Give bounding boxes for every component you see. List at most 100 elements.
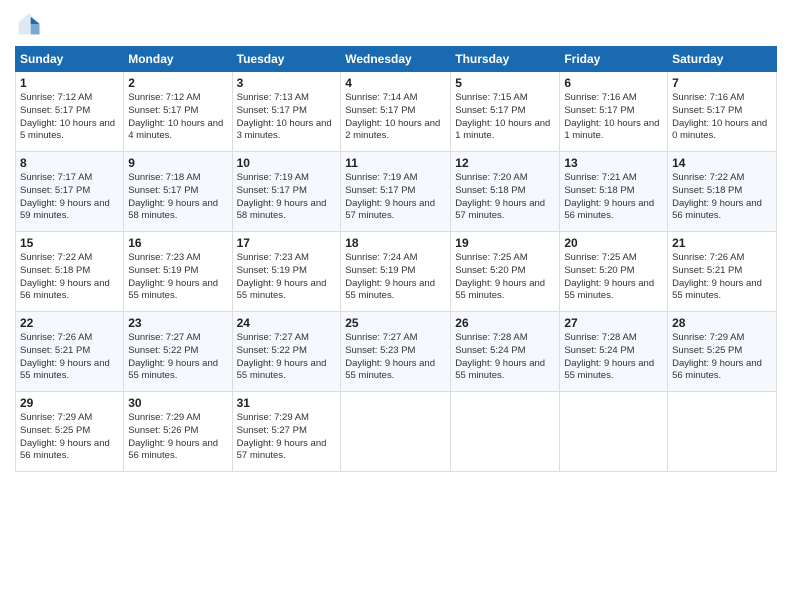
- calendar-cell: 6Sunrise: 7:16 AMSunset: 5:17 PMDaylight…: [560, 72, 668, 152]
- day-detail: Sunrise: 7:27 AMSunset: 5:23 PMDaylight:…: [345, 332, 446, 383]
- calendar-cell: [560, 392, 668, 472]
- calendar-cell: 31 Sunrise: 7:29 AMSunset: 5:27 PMDayligh…: [232, 392, 341, 472]
- day-detail: Sunrise: 7:26 AMSunset: 5:21 PMDaylight:…: [672, 252, 772, 303]
- day-number: 17: [237, 236, 337, 250]
- calendar-cell: 20 Sunrise: 7:25 AMSunset: 5:20 PMDayligh…: [560, 232, 668, 312]
- day-number: 1: [20, 76, 119, 90]
- calendar-cell: 11 Sunrise: 7:19 AMSunset: 5:17 PMDayligh…: [341, 152, 451, 232]
- day-number: 11: [345, 156, 446, 170]
- day-number: 18: [345, 236, 446, 250]
- week-row-1: 1 Sunrise: 7:12 AMSunset: 5:17 PMDaylight…: [16, 72, 777, 152]
- day-number: 31: [237, 396, 337, 410]
- day-number: 29: [20, 396, 119, 410]
- day-number: 24: [237, 316, 337, 330]
- day-number: 12: [455, 156, 555, 170]
- logo-icon: [15, 10, 43, 38]
- day-detail: Sunrise: 7:14 AMSunset: 5:17 PMDaylight:…: [345, 92, 446, 143]
- calendar-cell: 29Sunrise: 7:29 AMSunset: 5:25 PMDayligh…: [16, 392, 124, 472]
- day-detail: Sunrise: 7:12 AMSunset: 5:17 PMDaylight:…: [20, 92, 119, 143]
- calendar-cell: 8 Sunrise: 7:17 AMSunset: 5:17 PMDaylight…: [16, 152, 124, 232]
- calendar-cell: 3Sunrise: 7:13 AMSunset: 5:17 PMDaylight…: [232, 72, 341, 152]
- header-tuesday: Tuesday: [232, 47, 341, 72]
- calendar-cell: 10 Sunrise: 7:19 AMSunset: 5:17 PMDayligh…: [232, 152, 341, 232]
- day-detail: Sunrise: 7:12 AMSunset: 5:17 PMDaylight:…: [128, 92, 227, 143]
- day-number: 4: [345, 76, 446, 90]
- day-number: 28: [672, 316, 772, 330]
- week-row-5: 29Sunrise: 7:29 AMSunset: 5:25 PMDayligh…: [16, 392, 777, 472]
- calendar: SundayMondayTuesdayWednesdayThursdayFrid…: [15, 46, 777, 472]
- day-number: 15: [20, 236, 119, 250]
- day-number: 5: [455, 76, 555, 90]
- day-detail: Sunrise: 7:28 AMSunset: 5:24 PMDaylight:…: [564, 332, 663, 383]
- calendar-cell: 12 Sunrise: 7:20 AMSunset: 5:18 PMDayligh…: [451, 152, 560, 232]
- day-detail: Sunrise: 7:24 AMSunset: 5:19 PMDaylight:…: [345, 252, 446, 303]
- day-detail: Sunrise: 7:16 AMSunset: 5:17 PMDaylight:…: [672, 92, 772, 143]
- day-detail: Sunrise: 7:15 AMSunset: 5:17 PMDaylight:…: [455, 92, 555, 143]
- day-detail: Sunrise: 7:18 AMSunset: 5:17 PMDaylight:…: [128, 172, 227, 223]
- calendar-cell: 19 Sunrise: 7:25 AMSunset: 5:20 PMDayligh…: [451, 232, 560, 312]
- day-detail: Sunrise: 7:29 AMSunset: 5:25 PMDaylight:…: [672, 332, 772, 383]
- day-detail: Sunrise: 7:20 AMSunset: 5:18 PMDaylight:…: [455, 172, 555, 223]
- day-number: 20: [564, 236, 663, 250]
- page: SundayMondayTuesdayWednesdayThursdayFrid…: [0, 0, 792, 482]
- day-detail: Sunrise: 7:16 AMSunset: 5:17 PMDaylight:…: [564, 92, 663, 143]
- calendar-header-row: SundayMondayTuesdayWednesdayThursdayFrid…: [16, 47, 777, 72]
- calendar-cell: 18 Sunrise: 7:24 AMSunset: 5:19 PMDayligh…: [341, 232, 451, 312]
- day-detail: Sunrise: 7:28 AMSunset: 5:24 PMDaylight:…: [455, 332, 555, 383]
- day-number: 27: [564, 316, 663, 330]
- day-number: 22: [20, 316, 119, 330]
- calendar-cell: 30Sunrise: 7:29 AMSunset: 5:26 PMDayligh…: [124, 392, 232, 472]
- day-detail: Sunrise: 7:25 AMSunset: 5:20 PMDaylight:…: [455, 252, 555, 303]
- day-number: 2: [128, 76, 227, 90]
- day-number: 13: [564, 156, 663, 170]
- calendar-cell: 1 Sunrise: 7:12 AMSunset: 5:17 PMDaylight…: [16, 72, 124, 152]
- calendar-cell: 22 Sunrise: 7:26 AMSunset: 5:21 PMDayligh…: [16, 312, 124, 392]
- header-monday: Monday: [124, 47, 232, 72]
- header-thursday: Thursday: [451, 47, 560, 72]
- calendar-cell: 26 Sunrise: 7:28 AMSunset: 5:24 PMDayligh…: [451, 312, 560, 392]
- day-detail: Sunrise: 7:17 AMSunset: 5:17 PMDaylight:…: [20, 172, 119, 223]
- day-detail: Sunrise: 7:22 AMSunset: 5:18 PMDaylight:…: [672, 172, 772, 223]
- day-number: 21: [672, 236, 772, 250]
- calendar-cell: 9 Sunrise: 7:18 AMSunset: 5:17 PMDaylight…: [124, 152, 232, 232]
- day-number: 9: [128, 156, 227, 170]
- calendar-cell: 13 Sunrise: 7:21 AMSunset: 5:18 PMDayligh…: [560, 152, 668, 232]
- calendar-cell: 5 Sunrise: 7:15 AMSunset: 5:17 PMDaylight…: [451, 72, 560, 152]
- header-friday: Friday: [560, 47, 668, 72]
- day-number: 8: [20, 156, 119, 170]
- calendar-cell: 7Sunrise: 7:16 AMSunset: 5:17 PMDaylight…: [668, 72, 777, 152]
- day-detail: Sunrise: 7:29 AMSunset: 5:27 PMDaylight:…: [237, 412, 337, 463]
- calendar-cell: 24 Sunrise: 7:27 AMSunset: 5:22 PMDayligh…: [232, 312, 341, 392]
- day-number: 26: [455, 316, 555, 330]
- day-number: 23: [128, 316, 227, 330]
- day-detail: Sunrise: 7:19 AMSunset: 5:17 PMDaylight:…: [237, 172, 337, 223]
- day-detail: Sunrise: 7:26 AMSunset: 5:21 PMDaylight:…: [20, 332, 119, 383]
- day-detail: Sunrise: 7:19 AMSunset: 5:17 PMDaylight:…: [345, 172, 446, 223]
- day-number: 10: [237, 156, 337, 170]
- day-number: 19: [455, 236, 555, 250]
- day-detail: Sunrise: 7:27 AMSunset: 5:22 PMDaylight:…: [128, 332, 227, 383]
- day-detail: Sunrise: 7:27 AMSunset: 5:22 PMDaylight:…: [237, 332, 337, 383]
- calendar-cell: [668, 392, 777, 472]
- day-detail: Sunrise: 7:25 AMSunset: 5:20 PMDaylight:…: [564, 252, 663, 303]
- calendar-cell: 27 Sunrise: 7:28 AMSunset: 5:24 PMDayligh…: [560, 312, 668, 392]
- calendar-cell: 15 Sunrise: 7:22 AMSunset: 5:18 PMDayligh…: [16, 232, 124, 312]
- week-row-4: 22 Sunrise: 7:26 AMSunset: 5:21 PMDayligh…: [16, 312, 777, 392]
- header: [15, 10, 777, 38]
- calendar-cell: 2 Sunrise: 7:12 AMSunset: 5:17 PMDaylight…: [124, 72, 232, 152]
- calendar-cell: 25 Sunrise: 7:27 AMSunset: 5:23 PMDayligh…: [341, 312, 451, 392]
- calendar-cell: 23 Sunrise: 7:27 AMSunset: 5:22 PMDayligh…: [124, 312, 232, 392]
- header-wednesday: Wednesday: [341, 47, 451, 72]
- calendar-cell: [451, 392, 560, 472]
- day-number: 25: [345, 316, 446, 330]
- calendar-cell: 14Sunrise: 7:22 AMSunset: 5:18 PMDayligh…: [668, 152, 777, 232]
- day-detail: Sunrise: 7:21 AMSunset: 5:18 PMDaylight:…: [564, 172, 663, 223]
- header-saturday: Saturday: [668, 47, 777, 72]
- day-number: 3: [237, 76, 337, 90]
- calendar-cell: 28 Sunrise: 7:29 AMSunset: 5:25 PMDayligh…: [668, 312, 777, 392]
- calendar-cell: [341, 392, 451, 472]
- day-number: 30: [128, 396, 227, 410]
- day-detail: Sunrise: 7:22 AMSunset: 5:18 PMDaylight:…: [20, 252, 119, 303]
- calendar-cell: 17Sunrise: 7:23 AMSunset: 5:19 PMDayligh…: [232, 232, 341, 312]
- week-row-3: 15 Sunrise: 7:22 AMSunset: 5:18 PMDayligh…: [16, 232, 777, 312]
